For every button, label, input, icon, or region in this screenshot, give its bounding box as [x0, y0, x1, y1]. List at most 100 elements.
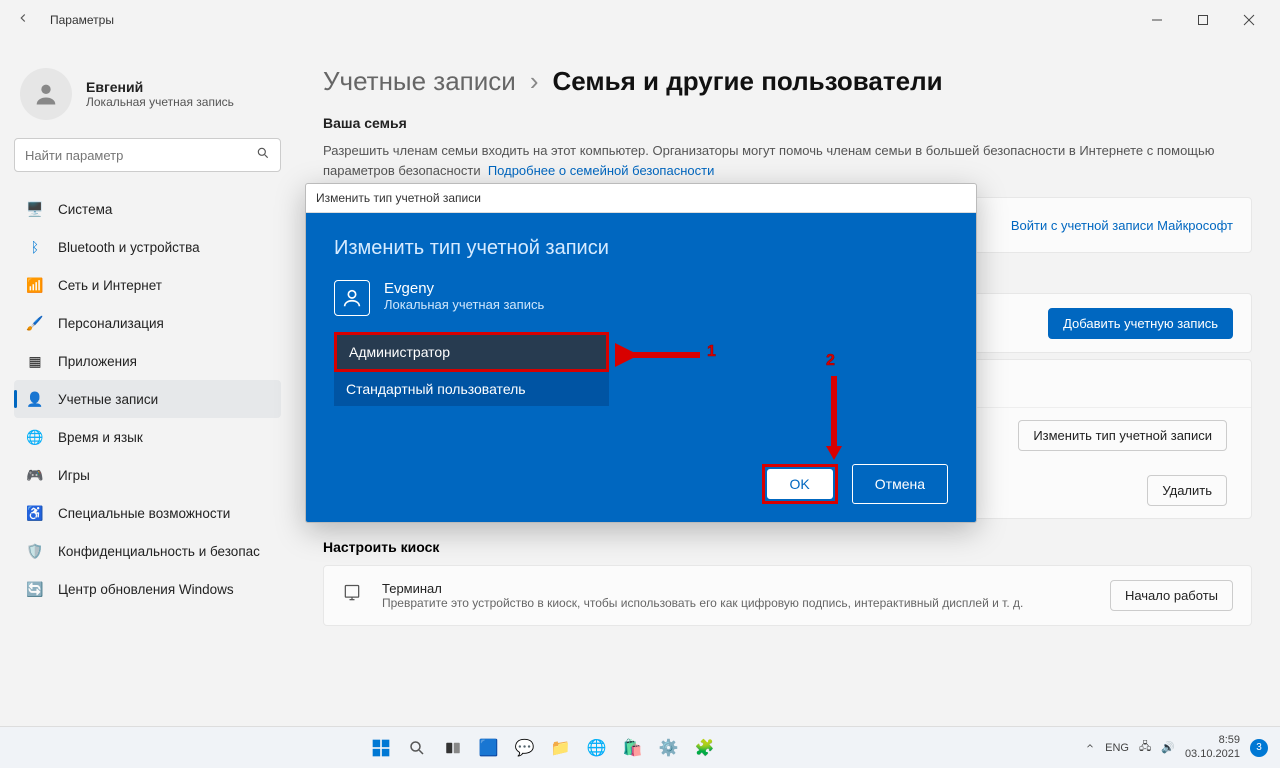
store-icon[interactable]: 🛍️	[618, 733, 648, 763]
dialog-user-name: Evgeny	[384, 280, 544, 297]
search-box[interactable]	[14, 138, 281, 172]
breadcrumb-level2: Семья и другие пользователи	[552, 66, 942, 97]
dialog-cancel-button[interactable]: Отмена	[852, 464, 948, 504]
search-icon	[256, 146, 270, 165]
person-icon: 👤	[26, 390, 44, 408]
annotation-num-1: 1	[707, 343, 716, 361]
nav-update[interactable]: 🔄 Центр обновления Windows	[14, 570, 281, 608]
nav-list: 🖥️ Система ᛒ Bluetooth и устройства 📶 Сеть …	[14, 190, 281, 608]
nav-label: Персонализация	[58, 316, 164, 331]
nav-personalization[interactable]: 🖌️ Персонализация	[14, 304, 281, 342]
annotation-num-2: 2	[826, 352, 835, 370]
user-block[interactable]: Евгений Локальная учетная запись	[20, 68, 281, 120]
dropdown-option-admin[interactable]: Администратор	[337, 335, 606, 369]
titlebar: Параметры	[0, 0, 1280, 40]
dialog-user-block: Evgeny Локальная учетная запись	[334, 280, 948, 316]
nav-label: Специальные возможности	[58, 506, 230, 521]
network-tray-icon[interactable]: 🖧	[1139, 738, 1151, 757]
search-input[interactable]	[25, 148, 256, 163]
language-indicator[interactable]: ENG	[1105, 742, 1129, 754]
bluetooth-icon: ᛒ	[26, 238, 44, 256]
shield-icon: 🛡️	[26, 542, 44, 560]
nav-system[interactable]: 🖥️ Система	[14, 190, 281, 228]
dialog-ok-button[interactable]: OK	[767, 469, 833, 499]
notification-badge[interactable]: 3	[1250, 739, 1268, 757]
app-icon[interactable]: 🧩	[690, 733, 720, 763]
maximize-button[interactable]	[1180, 5, 1226, 35]
taskview-icon[interactable]	[438, 733, 468, 763]
globe-icon: 🌐	[26, 428, 44, 446]
search-taskbar-icon[interactable]	[402, 733, 432, 763]
nav-label: Конфиденциальность и безопас	[58, 544, 260, 559]
close-button[interactable]	[1226, 5, 1272, 35]
explorer-icon[interactable]: 📁	[546, 733, 576, 763]
nav-label: Учетные записи	[58, 392, 158, 407]
nav-apps[interactable]: ▦ Приложения	[14, 342, 281, 380]
taskbar-right: ENG 🖧 🔊 8:59 03.10.2021 3	[1085, 734, 1280, 762]
nav-label: Система	[58, 202, 112, 217]
taskbar-datetime[interactable]: 8:59 03.10.2021	[1185, 734, 1240, 762]
taskbar-time: 8:59	[1185, 734, 1240, 748]
nav-timelang[interactable]: 🌐 Время и язык	[14, 418, 281, 456]
back-button[interactable]	[8, 11, 38, 30]
sidebar: Евгений Локальная учетная запись 🖥️ Систе…	[0, 40, 295, 720]
signin-ms-link[interactable]: Войти с учетной записи Майкрософт	[1011, 218, 1233, 233]
settings-icon[interactable]: ⚙️	[654, 733, 684, 763]
nav-label: Bluetooth и устройства	[58, 240, 200, 255]
delete-button[interactable]: Удалить	[1147, 475, 1227, 506]
annotation-arrow-1: 1	[615, 340, 715, 375]
family-section-title: Ваша семья	[323, 115, 1252, 131]
change-type-button[interactable]: Изменить тип учетной записи	[1018, 420, 1227, 451]
taskbar-center: 🟦 💬 📁 🌐 🛍️ ⚙️ 🧩	[0, 733, 1085, 763]
brush-icon: 🖌️	[26, 314, 44, 332]
add-account-button[interactable]: Добавить учетную запись	[1048, 308, 1233, 339]
chat-icon[interactable]: 💬	[510, 733, 540, 763]
user-subtitle: Локальная учетная запись	[86, 95, 234, 109]
monitor-icon: 🖥️	[26, 200, 44, 218]
breadcrumb-level1[interactable]: Учетные записи	[323, 66, 516, 97]
update-icon: 🔄	[26, 580, 44, 598]
nav-label: Сеть и Интернет	[58, 278, 162, 293]
user-name: Евгений	[86, 79, 234, 95]
widgets-icon[interactable]: 🟦	[474, 733, 504, 763]
nav-accounts[interactable]: 👤 Учетные записи	[14, 380, 281, 418]
family-safety-link[interactable]: Подробнее о семейной безопасности	[488, 163, 715, 178]
nav-label: Центр обновления Windows	[58, 582, 234, 597]
nav-label: Игры	[58, 468, 90, 483]
taskbar-date: 03.10.2021	[1185, 748, 1240, 762]
user-avatar-icon	[20, 68, 72, 120]
kiosk-terminal-title: Терминал	[382, 581, 1094, 596]
nav-label: Приложения	[58, 354, 137, 369]
kiosk-section-title: Настроить киоск	[323, 539, 1252, 555]
ok-highlight: OK	[762, 464, 838, 504]
terminal-icon	[342, 583, 366, 608]
nav-bluetooth[interactable]: ᛒ Bluetooth и устройства	[14, 228, 281, 266]
nav-label: Время и язык	[58, 430, 143, 445]
volume-tray-icon[interactable]: 🔊	[1161, 741, 1175, 754]
dialog-user-sub: Локальная учетная запись	[384, 297, 544, 312]
start-button-icon[interactable]	[366, 733, 396, 763]
edge-icon[interactable]: 🌐	[582, 733, 612, 763]
dialog-heading: Изменить тип учетной записи	[334, 237, 948, 260]
kiosk-terminal-sub: Превратите это устройство в киоск, чтобы…	[382, 596, 1094, 610]
annotation-arrow-2: 2	[822, 358, 852, 468]
tray-chevron-icon[interactable]	[1085, 741, 1095, 754]
kiosk-start-button[interactable]: Начало работы	[1110, 580, 1233, 611]
gamepad-icon: 🎮	[26, 466, 44, 484]
grid-icon: ▦	[26, 352, 44, 370]
taskbar: 🟦 💬 📁 🌐 🛍️ ⚙️ 🧩 ENG 🖧 🔊 8:59 03.10.2021 …	[0, 726, 1280, 768]
minimize-button[interactable]	[1134, 5, 1180, 35]
dialog-user-icon	[334, 280, 370, 316]
account-type-dropdown[interactable]: Администратор	[334, 332, 609, 372]
nav-accessibility[interactable]: ♿Специальные возможности	[14, 494, 281, 532]
nav-privacy[interactable]: 🛡️ Конфиденциальность и безопас	[14, 532, 281, 570]
family-section-desc: Разрешить членам семьи входить на этот к…	[323, 141, 1252, 181]
nav-gaming[interactable]: 🎮 Игры	[14, 456, 281, 494]
family-desc-text: Разрешить членам семьи входить на этот к…	[323, 143, 1215, 178]
breadcrumb-sep: ›	[530, 66, 539, 97]
breadcrumb: Учетные записи › Семья и другие пользова…	[323, 66, 1252, 97]
kiosk-card[interactable]: Терминал Превратите это устройство в кио…	[323, 565, 1252, 626]
dropdown-option-standard[interactable]: Стандартный пользователь	[334, 372, 609, 406]
wifi-icon: 📶	[26, 276, 44, 294]
nav-network[interactable]: 📶 Сеть и Интернет	[14, 266, 281, 304]
